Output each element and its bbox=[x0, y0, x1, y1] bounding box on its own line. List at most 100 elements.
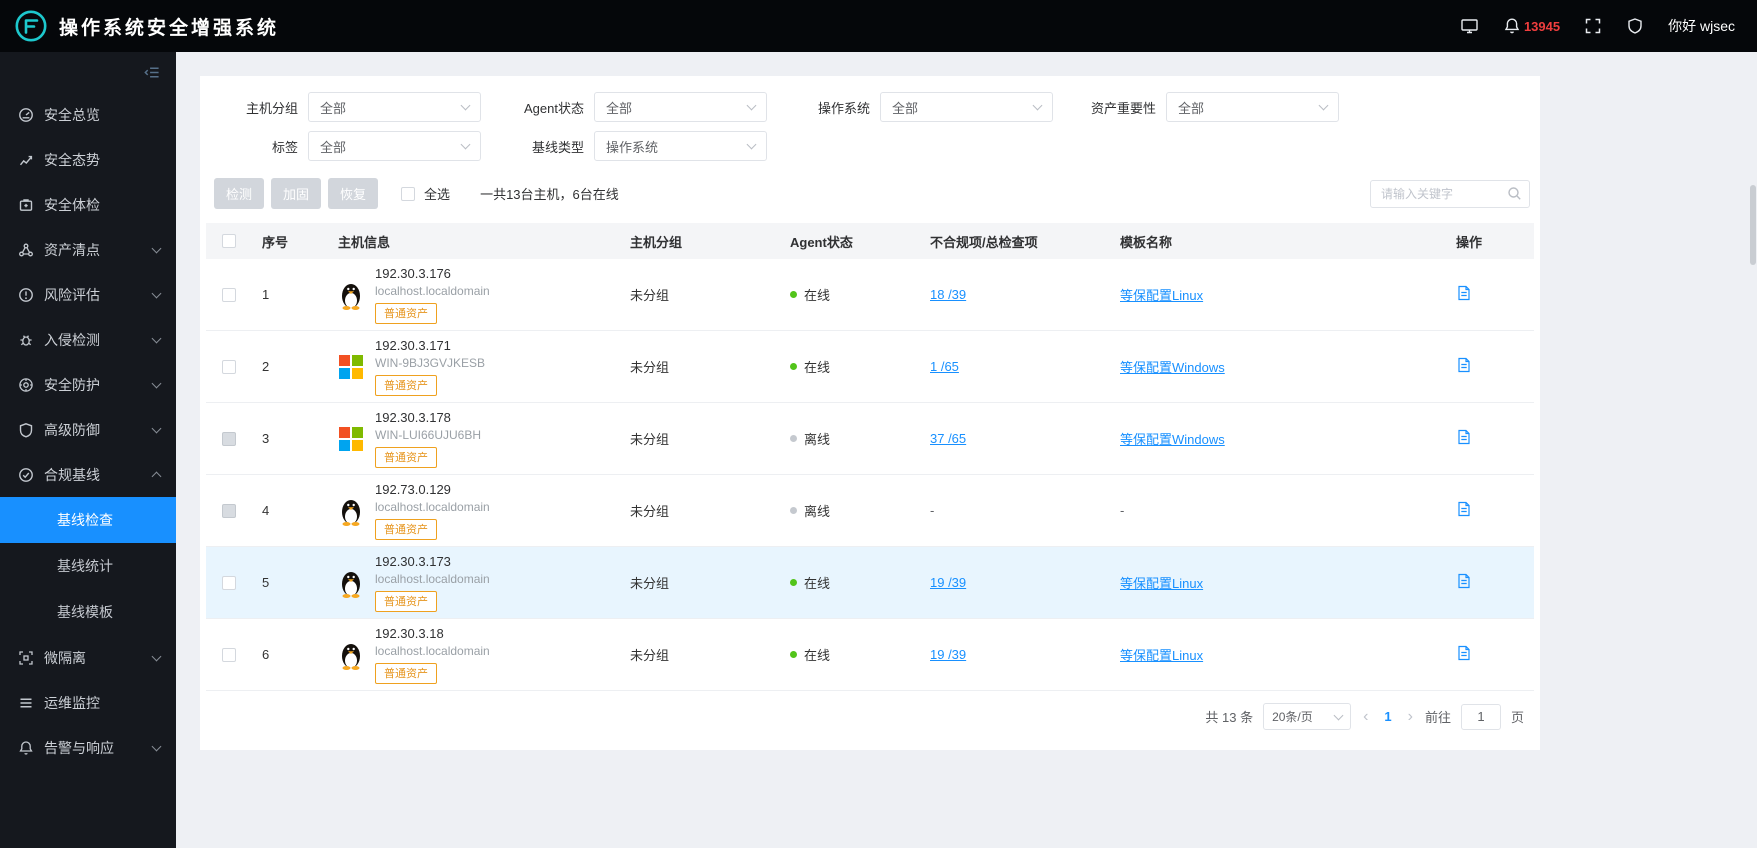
template-link[interactable]: 等保配置Windows bbox=[1120, 432, 1225, 447]
sidebar-item-label: 风险评估 bbox=[44, 286, 100, 303]
restore-button[interactable]: 恢复 bbox=[328, 178, 379, 209]
report-document-icon[interactable] bbox=[1456, 501, 1472, 517]
chevron-down-icon bbox=[746, 139, 757, 150]
sidebar-item-compliance[interactable]: 合规基线 bbox=[0, 452, 176, 497]
sidebar-item-assets[interactable]: 资产清点 bbox=[0, 227, 176, 272]
page-size-select[interactable]: 20条/页 bbox=[1263, 703, 1352, 730]
sidebar-item-protection[interactable]: 安全防护 bbox=[0, 362, 176, 407]
noncompliance-link[interactable]: 1 /65 bbox=[930, 359, 959, 374]
page-number[interactable]: 1 bbox=[1380, 709, 1395, 724]
os-filter-label: 操作系统 bbox=[817, 100, 870, 116]
select-all-checkbox[interactable] bbox=[401, 186, 416, 201]
bell-icon bbox=[1504, 18, 1520, 34]
sidebar-item-posture[interactable]: 安全态势 bbox=[0, 137, 176, 182]
template-link[interactable]: 等保配置Linux bbox=[1120, 288, 1203, 303]
asset-tag-badge: 普通资产 bbox=[375, 662, 437, 684]
report-document-icon[interactable] bbox=[1456, 645, 1472, 661]
fullscreen-icon[interactable] bbox=[1584, 17, 1602, 35]
host-name: localhost.localdomain bbox=[375, 571, 490, 586]
sidebar-item-checkup[interactable]: 安全体检 bbox=[0, 182, 176, 227]
sidebar-item-label: 告警与响应 bbox=[44, 739, 114, 756]
row-index: 2 bbox=[262, 359, 270, 374]
host-group-filter-label: 主机分组 bbox=[245, 100, 298, 116]
sidebar-item-label: 安全态势 bbox=[44, 151, 100, 168]
report-document-icon[interactable] bbox=[1456, 573, 1472, 589]
notification-bell-button[interactable]: 13945 bbox=[1503, 17, 1560, 35]
template-link[interactable]: 等保配置Linux bbox=[1120, 576, 1203, 591]
report-document-icon[interactable] bbox=[1456, 285, 1472, 301]
template-link[interactable]: 等保配置Windows bbox=[1120, 360, 1225, 375]
detect-button[interactable]: 检测 bbox=[214, 178, 265, 209]
sidebar-item-microsegmentation[interactable]: 微隔离 bbox=[0, 635, 176, 680]
row-checkbox[interactable] bbox=[222, 647, 236, 662]
row-checkbox[interactable] bbox=[222, 575, 236, 590]
tag-select[interactable]: 全部 bbox=[308, 131, 481, 161]
sidebar-item-label: 入侵检测 bbox=[44, 331, 100, 348]
list-lines-icon bbox=[18, 695, 34, 711]
search-input[interactable] bbox=[1370, 179, 1530, 208]
host-group-cell: 未分组 bbox=[630, 576, 670, 591]
chevron-down-icon bbox=[1333, 710, 1344, 720]
noncompliance-link[interactable]: 37 /65 bbox=[930, 431, 966, 446]
host-group-cell: 未分组 bbox=[630, 360, 670, 375]
sidebar-item-intrusion[interactable]: 入侵检测 bbox=[0, 317, 176, 362]
chevron-down-icon bbox=[460, 139, 471, 150]
linux-icon bbox=[338, 280, 364, 310]
host-group-cell: 未分组 bbox=[630, 504, 670, 519]
chevron-down-icon bbox=[151, 243, 162, 253]
host-group-select[interactable]: 全部 bbox=[308, 92, 481, 122]
status-dot bbox=[790, 363, 797, 370]
row-index: 6 bbox=[262, 647, 270, 662]
report-document-icon[interactable] bbox=[1456, 357, 1472, 373]
sidebar-item-baseline-stats[interactable]: 基线统计 bbox=[0, 543, 176, 589]
search-box bbox=[1370, 179, 1530, 208]
sidebar-item-ops-monitoring[interactable]: 运维监控 bbox=[0, 680, 176, 725]
shield-icon[interactable] bbox=[1626, 17, 1644, 35]
row-checkbox-disabled bbox=[222, 503, 236, 518]
sidebar-item-risk[interactable]: 风险评估 bbox=[0, 272, 176, 317]
sidebar-item-overview[interactable]: 安全总览 bbox=[0, 92, 176, 137]
noncompliance-link[interactable]: 18 /39 bbox=[930, 287, 966, 302]
next-page-button[interactable]: › bbox=[1406, 708, 1415, 725]
report-document-icon[interactable] bbox=[1456, 429, 1472, 445]
template-link[interactable]: 等保配置Linux bbox=[1120, 648, 1203, 663]
top-bar: 操作系统安全增强系统 13945 你好 wjsec bbox=[0, 0, 1757, 52]
chevron-down-icon bbox=[746, 100, 757, 111]
screen-monitor-icon[interactable] bbox=[1460, 17, 1479, 35]
row-checkbox[interactable] bbox=[222, 287, 236, 302]
risk-alert-icon bbox=[18, 287, 34, 303]
submenu-item-label: 基线模板 bbox=[57, 604, 113, 620]
user-greeting[interactable]: 你好 wjsec bbox=[1668, 16, 1735, 36]
sidebar-item-baseline-check[interactable]: 基线检查 bbox=[0, 497, 176, 543]
asset-tag-badge: 普通资产 bbox=[375, 374, 437, 396]
agent-status-select[interactable]: 全部 bbox=[594, 92, 767, 122]
host-count-summary: 一共13台主机，6台在线 bbox=[480, 187, 619, 202]
table-row: 4 192.73.0.129 localhost.localdomain 普通资… bbox=[206, 475, 1534, 547]
noncompliance-link[interactable]: 19 /39 bbox=[930, 575, 966, 590]
row-checkbox[interactable] bbox=[222, 359, 236, 374]
sidebar-item-label: 微隔离 bbox=[44, 649, 86, 666]
host-group-cell: 未分组 bbox=[630, 288, 670, 303]
col-header-host-info: 主机信息 bbox=[338, 234, 391, 250]
agent-status-cell: 在线 bbox=[804, 576, 831, 591]
sidebar-collapse-icon[interactable] bbox=[143, 64, 160, 81]
sidebar-item-defense[interactable]: 高级防御 bbox=[0, 407, 176, 452]
window-scrollbar[interactable] bbox=[1750, 185, 1756, 265]
app-logo-icon bbox=[14, 9, 48, 43]
alarm-bell-icon bbox=[18, 740, 34, 756]
harden-button[interactable]: 加固 bbox=[271, 178, 322, 209]
sidebar-item-alerts-response[interactable]: 告警与响应 bbox=[0, 725, 176, 770]
prev-page-button[interactable]: ‹ bbox=[1361, 708, 1370, 725]
header-checkbox[interactable] bbox=[222, 234, 236, 248]
sidebar-item-baseline-templates[interactable]: 基线模板 bbox=[0, 589, 176, 635]
windows-icon bbox=[338, 426, 364, 452]
agent-status-cell: 在线 bbox=[804, 360, 831, 375]
goto-page-input[interactable] bbox=[1460, 703, 1501, 730]
col-header-actions: 操作 bbox=[1456, 234, 1483, 250]
os-select[interactable]: 全部 bbox=[880, 92, 1053, 122]
noncompliance-link[interactable]: 19 /39 bbox=[930, 647, 966, 662]
table-header-row: 序号 主机信息 主机分组 Agent状态 不合规项/总检查项 模板名称 操作 bbox=[206, 223, 1534, 259]
os-select-value: 全部 bbox=[892, 100, 919, 116]
importance-select[interactable]: 全部 bbox=[1166, 92, 1339, 122]
baseline-type-select[interactable]: 操作系统 bbox=[594, 131, 767, 161]
